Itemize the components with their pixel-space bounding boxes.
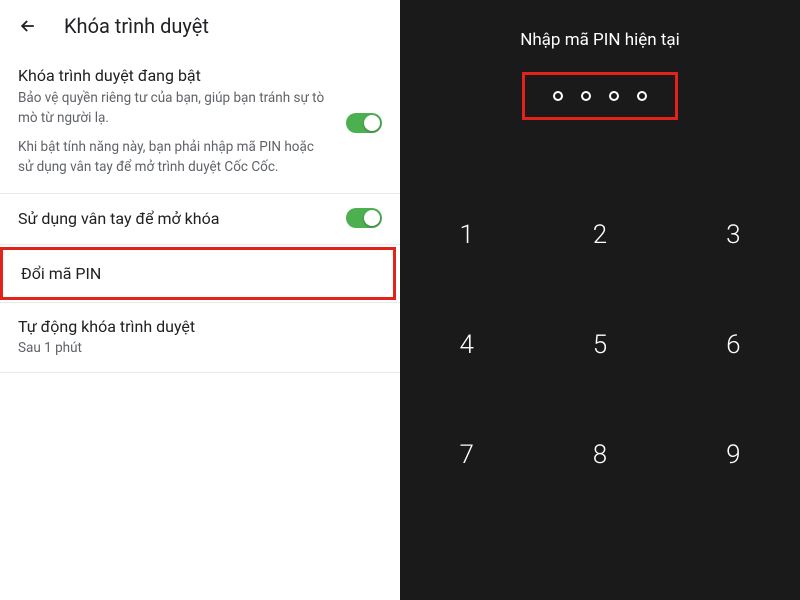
back-arrow-icon[interactable] — [16, 14, 40, 38]
key-6[interactable]: 6 — [667, 290, 800, 400]
auto-lock-label: Tự động khóa trình duyệt — [18, 317, 382, 336]
key-8[interactable]: 8 — [533, 400, 666, 510]
key-5[interactable]: 5 — [533, 290, 666, 400]
pin-dot — [637, 91, 647, 101]
key-9[interactable]: 9 — [667, 400, 800, 510]
pin-dot — [609, 91, 619, 101]
page-title: Khóa trình duyệt — [64, 14, 209, 38]
lock-desc2: Khi bật tính năng này, bạn phải nhập mã … — [18, 138, 330, 177]
pin-panel: Nhập mã PIN hiện tại 1 2 3 4 5 6 7 8 9 — [400, 0, 800, 600]
change-pin-label: Đổi mã PIN — [21, 264, 375, 283]
settings-panel: Khóa trình duyệt Khóa trình duyệt đang b… — [0, 0, 400, 600]
key-7[interactable]: 7 — [400, 400, 533, 510]
fingerprint-toggle[interactable] — [346, 208, 382, 228]
keypad: 1 2 3 4 5 6 7 8 9 — [400, 180, 800, 510]
auto-lock-value: Sau 1 phút — [18, 340, 382, 356]
auto-lock-row[interactable]: Tự động khóa trình duyệt Sau 1 phút — [0, 303, 400, 372]
key-4[interactable]: 4 — [400, 290, 533, 400]
pin-dot — [581, 91, 591, 101]
browser-lock-toggle[interactable] — [346, 113, 382, 133]
fingerprint-label: Sử dụng vân tay để mở khóa — [18, 209, 334, 228]
lock-title: Khóa trình duyệt đang bật — [18, 66, 330, 85]
header: Khóa trình duyệt — [0, 0, 400, 52]
key-3[interactable]: 3 — [667, 180, 800, 290]
pin-dots — [553, 91, 647, 101]
key-2[interactable]: 2 — [533, 180, 666, 290]
pin-prompt: Nhập mã PIN hiện tại — [520, 30, 680, 50]
fingerprint-section[interactable]: Sử dụng vân tay để mở khóa — [0, 194, 400, 245]
browser-lock-section: Khóa trình duyệt đang bật Bảo vệ quyền r… — [0, 52, 400, 194]
pin-dots-highlight — [522, 72, 678, 120]
key-1[interactable]: 1 — [400, 180, 533, 290]
change-pin-row[interactable]: Đổi mã PIN — [0, 247, 396, 300]
pin-dot — [553, 91, 563, 101]
lock-desc1: Bảo vệ quyền riêng tư của bạn, giúp bạn … — [18, 89, 330, 128]
